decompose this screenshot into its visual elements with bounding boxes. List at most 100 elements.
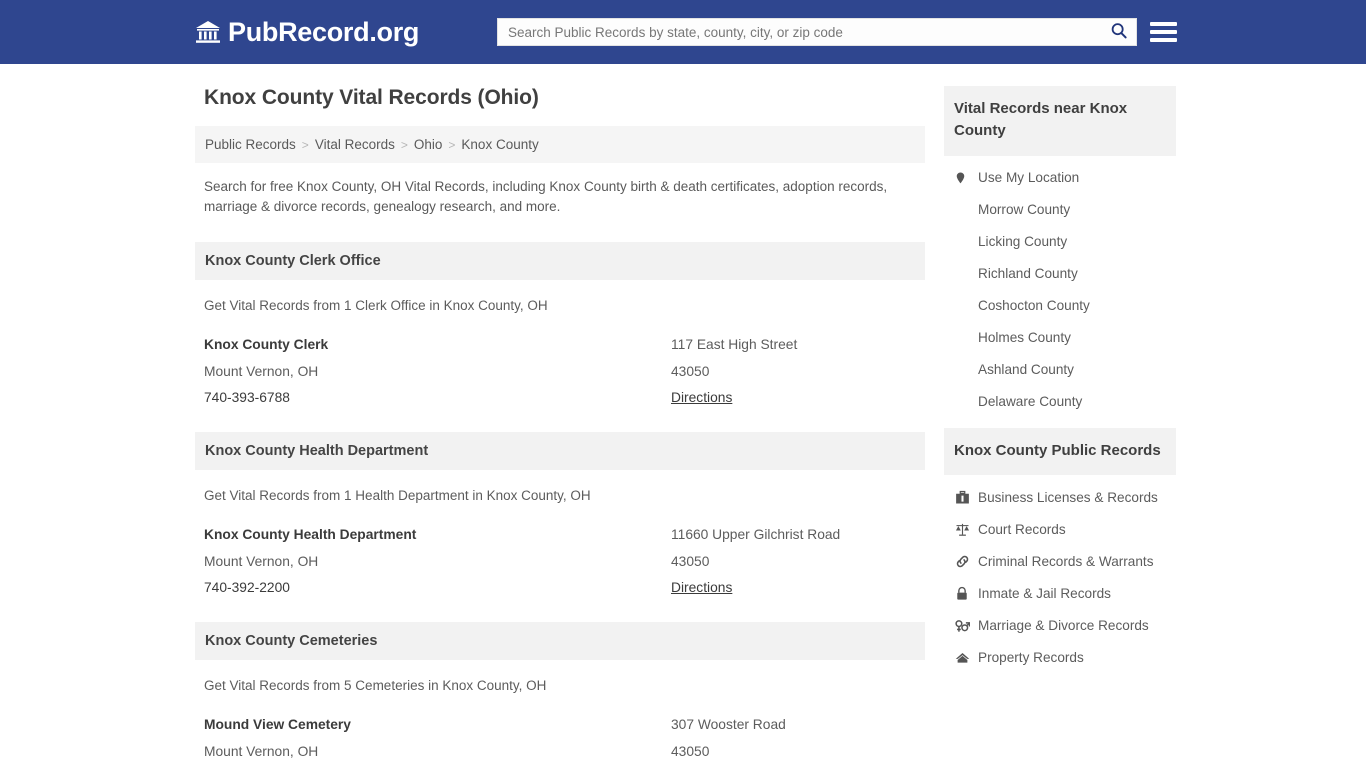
sidebar-item-label: Ashland County bbox=[978, 362, 1074, 377]
record-entry: Knox County Health Department Mount Verno… bbox=[195, 503, 925, 602]
sidebar-item[interactable]: Morrow County bbox=[944, 194, 1176, 226]
record-entry-name: Knox County Health Department bbox=[204, 527, 417, 542]
record-entry-city-state: Mount Vernon, OH bbox=[204, 743, 319, 759]
sidebar-item-label: Criminal Records & Warrants bbox=[978, 553, 1154, 569]
sidebar-item[interactable]: Business Licenses & Records bbox=[944, 481, 1176, 513]
record-entry-name: Mound View Cemetery bbox=[204, 716, 351, 732]
search-input[interactable] bbox=[498, 19, 1102, 45]
hamburger-bar bbox=[1150, 21, 1177, 26]
record-entry-address: 117 East High Street bbox=[671, 337, 798, 353]
sidebar-item-label: Coshocton County bbox=[978, 298, 1090, 313]
no-icon bbox=[954, 298, 970, 314]
sidebar-item[interactable]: Inmate & Jail Records bbox=[944, 577, 1176, 609]
record-entry-right: 117 East High Street 43050 Directions bbox=[671, 332, 915, 412]
sidebar-item-label: Richland County bbox=[978, 266, 1078, 281]
records-sections: Knox County Clerk Office Get Vital Record… bbox=[195, 242, 925, 768]
site-logo-text: PubRecord.org bbox=[228, 16, 420, 47]
hamburger-menu-icon[interactable] bbox=[1150, 18, 1177, 45]
record-entry-left: Knox County Health Department Mount Verno… bbox=[204, 522, 671, 602]
sidebar-item-label: Use My Location bbox=[978, 170, 1080, 185]
sidebar-public-records-box: Knox County Public Records Business Lice… bbox=[944, 427, 1176, 674]
record-entry-address: 307 Wooster Road bbox=[671, 716, 786, 732]
no-icon bbox=[954, 362, 970, 378]
sidebar-public-records-heading: Knox County Public Records bbox=[944, 427, 1176, 476]
sidebar-public-records-list: Business Licenses & Records Court Records… bbox=[944, 475, 1176, 673]
sidebar-item[interactable]: Criminal Records & Warrants bbox=[944, 545, 1176, 577]
scales-of-justice-icon bbox=[954, 521, 970, 537]
no-icon bbox=[954, 202, 970, 218]
main-content: Knox County Vital Records (Ohio) Public … bbox=[195, 86, 925, 768]
record-section: Knox County Clerk Office Get Vital Record… bbox=[195, 242, 925, 412]
breadcrumb-separator: > bbox=[400, 137, 408, 152]
record-section-subtitle: Get Vital Records from 5 Cemeteries in K… bbox=[204, 677, 547, 693]
hamburger-bar bbox=[1150, 29, 1177, 34]
record-entry-city-state: Mount Vernon, OH bbox=[204, 363, 319, 379]
no-icon bbox=[954, 266, 970, 282]
record-entry: Mound View CemeteryMount Vernon, OH740-3… bbox=[195, 693, 925, 768]
record-entry: Knox County Clerk Mount Vernon, OH 740-393… bbox=[195, 313, 925, 412]
sidebar-item[interactable]: Ashland County bbox=[944, 354, 1176, 386]
gender-symbols-icon bbox=[954, 617, 970, 633]
sidebar-item-label: Morrow County bbox=[978, 202, 1071, 217]
sidebar-nearby-heading: Vital Records near Knox County bbox=[944, 86, 1176, 156]
sidebar-item-label: Inmate & Jail Records bbox=[978, 585, 1111, 601]
bank-building-icon bbox=[195, 20, 221, 44]
no-icon bbox=[954, 234, 970, 250]
sidebar-item-label: Business Licenses & Records bbox=[978, 489, 1158, 505]
map-pin-icon bbox=[954, 170, 970, 186]
house-icon bbox=[954, 649, 970, 665]
breadcrumb-separator: > bbox=[448, 137, 456, 152]
site-logo[interactable]: PubRecord.org bbox=[195, 17, 419, 48]
directions-link[interactable]: Directions bbox=[671, 580, 732, 595]
sidebar-item[interactable]: Licking County bbox=[944, 226, 1176, 258]
chain-link-icon bbox=[954, 553, 970, 569]
sidebar-item[interactable]: Property Records bbox=[944, 641, 1176, 673]
record-entry-name: Knox County Clerk bbox=[204, 337, 329, 353]
record-entry-zip: 43050 bbox=[671, 743, 710, 759]
breadcrumb-item[interactable]: Knox County bbox=[461, 137, 538, 152]
sidebar: Vital Records near Knox County Use My Lo… bbox=[944, 86, 1176, 768]
sidebar-item-label: Marriage & Divorce Records bbox=[978, 617, 1149, 633]
sidebar-item[interactable]: Use My Location bbox=[944, 162, 1176, 194]
record-section-heading: Knox County Cemeteries bbox=[195, 621, 925, 660]
record-section: Knox County Cemeteries Get Vital Records … bbox=[195, 621, 925, 768]
sidebar-item[interactable]: Delaware County bbox=[944, 386, 1176, 418]
breadcrumb-separator: > bbox=[301, 137, 309, 152]
search-button[interactable] bbox=[1102, 19, 1136, 45]
breadcrumb-item[interactable]: Vital Records bbox=[315, 137, 395, 152]
record-entry-city-state: Mount Vernon, OH bbox=[204, 553, 319, 569]
sidebar-item-label: Holmes County bbox=[978, 330, 1071, 345]
page-intro-text: Search for free Knox County, OH Vital Re… bbox=[204, 179, 888, 214]
sidebar-nearby-list: Use My Location Morrow County Licking Coun… bbox=[944, 156, 1176, 418]
record-entry-right: 11660 Upper Gilchrist Road 43050 Direction… bbox=[671, 522, 915, 602]
record-entry-right: 307 Wooster Road43050Directions bbox=[671, 712, 915, 768]
sidebar-item[interactable]: Coshocton County bbox=[944, 290, 1176, 322]
site-header: PubRecord.org bbox=[0, 0, 1366, 64]
sidebar-item[interactable]: Court Records bbox=[944, 513, 1176, 545]
sidebar-item-label: Property Records bbox=[978, 649, 1084, 665]
record-entry-phone[interactable]: 740-393-6788 bbox=[204, 385, 671, 412]
record-entry-zip: 43050 bbox=[671, 553, 710, 569]
page-title: Knox County Vital Records (Ohio) bbox=[204, 86, 539, 109]
record-section-subtitle: Get Vital Records from 1 Clerk Office in… bbox=[204, 298, 548, 314]
breadcrumb-item[interactable]: Ohio bbox=[414, 137, 443, 152]
search-icon bbox=[1110, 22, 1128, 43]
search-bar bbox=[497, 18, 1137, 46]
no-icon bbox=[954, 330, 970, 346]
sidebar-item-label: Licking County bbox=[978, 234, 1068, 249]
record-entry-left: Mound View CemeteryMount Vernon, OH740-3… bbox=[204, 712, 671, 768]
sidebar-item[interactable]: Marriage & Divorce Records bbox=[944, 609, 1176, 641]
record-entry-address: 11660 Upper Gilchrist Road bbox=[671, 527, 841, 542]
lock-icon bbox=[954, 585, 970, 601]
sidebar-item[interactable]: Holmes County bbox=[944, 322, 1176, 354]
breadcrumb-item[interactable]: Public Records bbox=[205, 137, 296, 152]
record-section-heading: Knox County Clerk Office bbox=[195, 242, 925, 281]
record-section-heading: Knox County Health Department bbox=[195, 432, 925, 470]
directions-link[interactable]: Directions bbox=[671, 390, 732, 405]
record-entry-zip: 43050 bbox=[671, 363, 710, 379]
breadcrumb: Public Records > Vital Records > Ohio > Knox C… bbox=[195, 126, 925, 163]
no-icon bbox=[954, 394, 970, 410]
record-entry-phone[interactable]: 740-392-2200 bbox=[204, 575, 671, 602]
sidebar-item[interactable]: Richland County bbox=[944, 258, 1176, 290]
briefcase-icon bbox=[954, 489, 970, 505]
